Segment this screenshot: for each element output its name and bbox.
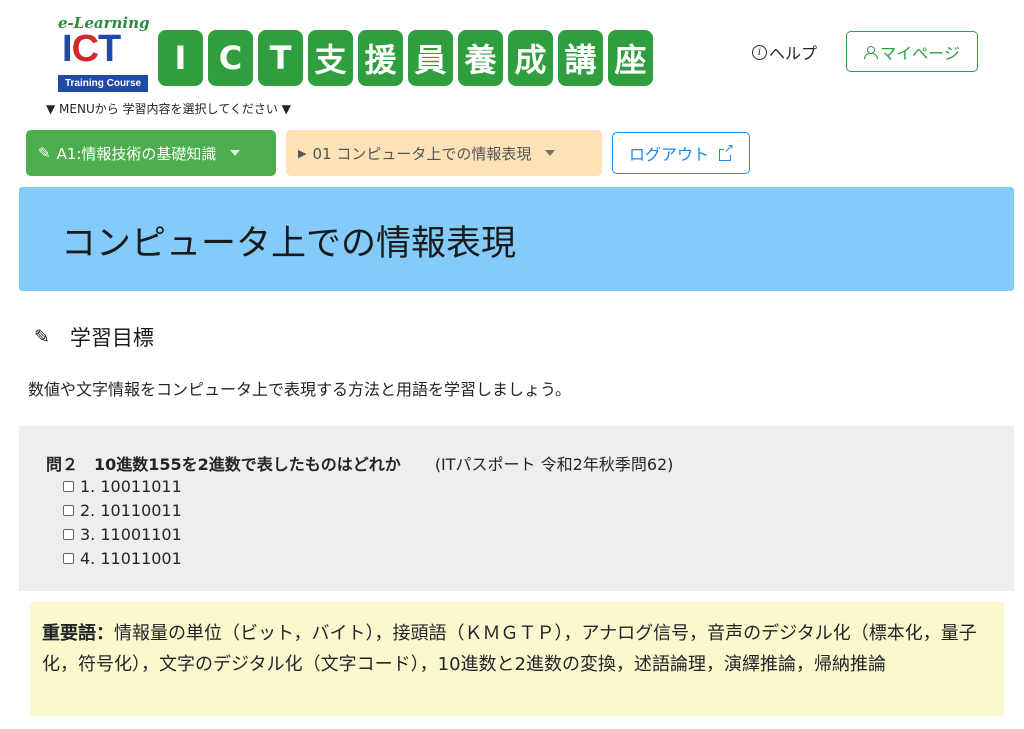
checkbox-icon[interactable] bbox=[63, 480, 74, 492]
info-icon: i bbox=[752, 44, 767, 60]
answer-option[interactable]: 2. 10110011 bbox=[63, 498, 182, 522]
answer-option[interactable]: 3. 11001101 bbox=[63, 522, 182, 546]
answer-option[interactable]: 1. 10011011 bbox=[63, 474, 182, 498]
question-header: 問２ 10進数155を2進数で表したものはどれか (ITパスポート 令和2年秋季… bbox=[46, 451, 673, 475]
question-source: (ITパスポート 令和2年秋季問62) bbox=[434, 455, 674, 474]
help-label: ヘルプ bbox=[769, 44, 818, 63]
objective-text: 数値や文字情報をコンピュータ上で表現する方法と用語を学習しましょう。 bbox=[28, 380, 572, 399]
pencil-icon: ✎ bbox=[38, 144, 51, 162]
keywords-label: 重要語： bbox=[42, 623, 114, 644]
caret-down-icon bbox=[545, 150, 556, 156]
site-title: I C T 支 援 員 養 成 講 座 bbox=[158, 30, 653, 86]
checkbox-icon[interactable] bbox=[63, 528, 74, 540]
question-label: 問２ 10進数155を2進数で表したものはどれか bbox=[46, 455, 401, 474]
objective-heading: ✎ 学習目標 bbox=[34, 322, 154, 352]
logo-ict-text: ICT bbox=[62, 28, 121, 70]
answer-options: 1. 10011011 2. 10110011 3. 11001101 4. 1… bbox=[63, 474, 182, 570]
title-tile: 援 bbox=[358, 30, 403, 86]
navigation-bar: ✎ A1:情報技術の基礎知識 ▶ 01 コンピュータ上での情報表現 ログアウト bbox=[26, 130, 750, 176]
title-tile: 養 bbox=[458, 30, 503, 86]
play-triangle-icon: ▶ bbox=[298, 146, 307, 160]
category-label: A1:情報技術の基礎知識 bbox=[56, 144, 217, 163]
topic-label: 01 コンピュータ上での情報表現 bbox=[312, 144, 532, 163]
title-tile: 講 bbox=[558, 30, 603, 86]
help-link[interactable]: i ヘルプ bbox=[752, 40, 817, 64]
title-tile: 支 bbox=[308, 30, 353, 86]
category-dropdown[interactable]: ✎ A1:情報技術の基礎知識 bbox=[26, 130, 276, 176]
keywords-text: 情報量の単位（ビット，バイト），接頭語（ＫＭＧＴＰ），アナログ信号，音声のデジタ… bbox=[42, 623, 977, 675]
site-header: e-Learning ICT Training Course I C T 支 援… bbox=[0, 0, 1024, 120]
mypage-label: マイページ bbox=[880, 43, 960, 63]
site-logo[interactable]: e-Learning ICT Training Course bbox=[58, 14, 150, 92]
page-title-banner: コンピュータ上での情報表現 bbox=[19, 187, 1014, 291]
topic-dropdown[interactable]: ▶ 01 コンピュータ上での情報表現 bbox=[286, 130, 602, 176]
objective-heading-text: 学習目標 bbox=[69, 326, 154, 350]
title-tile: T bbox=[258, 30, 303, 86]
logo-training-course: Training Course bbox=[58, 75, 148, 92]
logout-label: ログアウト bbox=[628, 145, 709, 164]
title-tile: 成 bbox=[508, 30, 553, 86]
checkbox-icon[interactable] bbox=[63, 552, 74, 564]
question-box: 問２ 10進数155を2進数で表したものはどれか (ITパスポート 令和2年秋季… bbox=[19, 426, 1014, 591]
menu-hint: ▼ MENUから 学習内容を選択してください ▼ bbox=[46, 102, 291, 116]
logout-button[interactable]: ログアウト bbox=[612, 132, 750, 174]
checkbox-icon[interactable] bbox=[63, 504, 74, 516]
title-tile: C bbox=[208, 30, 253, 86]
title-tile: I bbox=[158, 30, 203, 86]
person-icon bbox=[864, 45, 879, 59]
title-tile: 員 bbox=[408, 30, 453, 86]
keywords-box: 重要語：情報量の単位（ビット，バイト），接頭語（ＫＭＧＴＰ），アナログ信号，音声… bbox=[30, 602, 1004, 716]
answer-option[interactable]: 4. 11011001 bbox=[63, 546, 182, 570]
title-tile: 座 bbox=[608, 30, 653, 86]
external-link-icon bbox=[719, 141, 735, 161]
mypage-button[interactable]: マイページ bbox=[846, 31, 978, 72]
page-title: コンピュータ上での情報表現 bbox=[61, 224, 517, 264]
caret-down-icon bbox=[230, 150, 241, 156]
edit-icon: ✎ bbox=[34, 326, 50, 348]
